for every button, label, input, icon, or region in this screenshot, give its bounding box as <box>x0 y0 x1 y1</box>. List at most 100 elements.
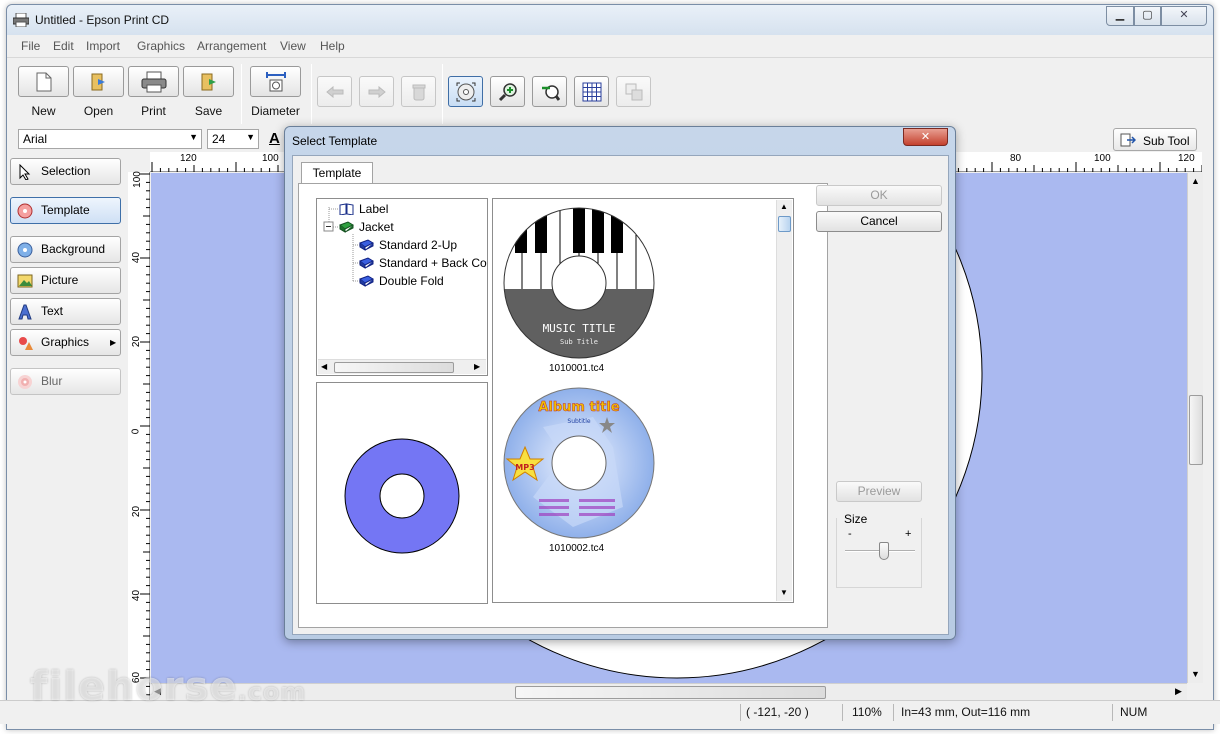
tab-template[interactable]: Template <box>301 162 373 184</box>
template-category-tree[interactable]: Label Jacket Standard 2-Up Standard + Ba… <box>316 198 488 376</box>
menu-graphics[interactable]: Graphics <box>137 39 185 53</box>
font-size-value: 24 <box>212 132 226 146</box>
undo-button[interactable] <box>317 76 352 107</box>
open-button[interactable] <box>73 66 124 97</box>
save-label: Save <box>194 104 223 118</box>
print-label: Print <box>141 104 166 118</box>
trash-icon <box>412 84 425 100</box>
font-name-select[interactable]: Arial ▼ <box>18 129 202 149</box>
menu-arrangement[interactable]: Arrangement <box>197 39 266 53</box>
menu-view[interactable]: View <box>280 39 306 53</box>
tree-item-text: Jacket <box>359 220 394 234</box>
scroll-right-icon[interactable]: ▶ <box>474 362 480 371</box>
window-title: Untitled - Epson Print CD <box>35 13 170 27</box>
template-thumbnails[interactable]: MUSIC TITLE Sub Title 1010001.tc4 Album … <box>492 198 794 603</box>
main-toolbar: New Open Print Save Diameter <box>7 57 1213 127</box>
save-button[interactable] <box>183 66 234 97</box>
background-button[interactable]: Background <box>10 236 121 263</box>
zoom-out-button[interactable] <box>532 76 567 107</box>
text-button[interactable]: Text <box>10 298 121 325</box>
arrange-button[interactable] <box>616 76 651 107</box>
maximize-button[interactable]: ▢ <box>1134 6 1161 26</box>
template-thumbnail-1010002[interactable]: Album title Subtitle MP3 1010002.tc4 <box>503 387 655 555</box>
arrange-icon <box>625 83 642 100</box>
template-filename: 1010002.tc4 <box>549 543 605 554</box>
menu-file[interactable]: File <box>21 39 40 53</box>
scroll-left-icon[interactable]: ◀ <box>321 362 327 371</box>
grid-button[interactable] <box>574 76 609 107</box>
minimize-button[interactable]: ▁ <box>1106 6 1134 26</box>
menu-edit[interactable]: Edit <box>53 39 74 53</box>
tree-item-label[interactable]: Label <box>339 202 388 216</box>
size-slider-thumb[interactable] <box>878 542 889 560</box>
sub-tool-icon <box>1120 133 1136 147</box>
watermark-text: filehorse <box>30 664 238 710</box>
menu-bar: File Edit Import Graphics Arrangement Vi… <box>7 37 1213 57</box>
printer-icon <box>141 71 166 92</box>
menu-help[interactable]: Help <box>320 39 345 53</box>
blue-book-icon <box>359 257 374 269</box>
status-divider <box>893 704 894 721</box>
font-size-select[interactable]: 24 ▼ <box>207 129 259 149</box>
status-divider <box>740 704 741 721</box>
zoom-in-button[interactable] <box>490 76 525 107</box>
preview-button[interactable]: Preview <box>836 481 922 502</box>
new-document-icon <box>36 72 51 91</box>
close-button[interactable]: ✕ <box>1161 6 1207 26</box>
sub-tool-button[interactable]: Sub Tool <box>1113 128 1197 151</box>
submenu-arrow-icon: ▶ <box>110 338 117 347</box>
diameter-button[interactable] <box>250 66 301 97</box>
selection-label: Selection <box>41 164 91 178</box>
cancel-button[interactable]: Cancel <box>816 211 942 232</box>
diameter-label: Diameter <box>251 104 300 118</box>
template-preview <box>316 382 488 604</box>
title-bar[interactable]: Untitled - Epson Print CD ▁ ▢ ✕ <box>7 5 1213 35</box>
print-button[interactable] <box>128 66 179 97</box>
menu-import[interactable]: Import <box>86 39 120 53</box>
chevron-down-icon: ▼ <box>246 132 255 142</box>
status-divider <box>842 704 843 721</box>
thumb-subtitle: Subtitle <box>567 418 590 425</box>
sub-tool-label: Sub Tool <box>1143 134 1190 148</box>
tree-horizontal-scrollbar[interactable]: ◀ ▶ <box>318 359 486 374</box>
template-button[interactable]: Template <box>10 197 121 224</box>
ruler-tick-label: 40 <box>131 251 143 264</box>
text-tool-icon <box>18 304 32 320</box>
zoom-out-icon <box>541 84 560 101</box>
tree-scroll-thumb[interactable] <box>334 362 454 373</box>
scroll-down-icon[interactable]: ▼ <box>1191 669 1200 679</box>
dialog-title: Select Template <box>292 134 378 148</box>
template-thumbnail-1010001[interactable]: MUSIC TITLE Sub Title 1010001.tc4 <box>503 207 655 375</box>
disc-view-button[interactable] <box>448 76 483 107</box>
tree-item-standard-back[interactable]: Standard + Back Co <box>359 256 487 270</box>
tree-item-jacket[interactable]: Jacket <box>339 220 394 234</box>
open-book-icon <box>339 203 354 215</box>
thumbnails-vertical-scrollbar[interactable]: ▲ ▼ <box>776 200 792 601</box>
tree-item-standard-2up[interactable]: Standard 2-Up <box>359 238 457 252</box>
tree-item-double-fold[interactable]: Double Fold <box>359 274 444 288</box>
selection-button[interactable]: Selection <box>10 158 121 185</box>
vertical-scrollbar[interactable]: ▲ ▼ <box>1187 173 1203 683</box>
horizontal-scroll-thumb[interactable] <box>515 686 826 699</box>
graphics-button[interactable]: Graphics ▶ <box>10 329 121 356</box>
ok-button[interactable]: OK <box>816 185 942 206</box>
scroll-up-icon[interactable]: ▲ <box>1191 176 1200 186</box>
redo-button[interactable] <box>359 76 394 107</box>
blur-button[interactable]: Blur <box>10 368 121 395</box>
scroll-up-icon[interactable]: ▲ <box>780 202 788 211</box>
dialog-close-button[interactable]: ✕ <box>903 128 948 146</box>
thumb-badge: MP3 <box>515 463 534 472</box>
tree-item-text: Standard + Back Co <box>379 256 487 270</box>
new-button[interactable] <box>18 66 69 97</box>
thumbnails-scroll-thumb[interactable] <box>778 216 791 232</box>
toolbar-separator <box>311 64 312 124</box>
ruler-tick-label: 40 <box>131 589 143 602</box>
dialog-body: Template Label Jacket Standard 2-Up Stan… <box>292 155 949 635</box>
scroll-down-icon[interactable]: ▼ <box>780 588 788 597</box>
grid-icon <box>582 82 601 101</box>
picture-button[interactable]: Picture <box>10 267 121 294</box>
text-color-button[interactable]: A <box>269 130 280 147</box>
scroll-right-icon[interactable]: ▶ <box>1175 686 1182 697</box>
delete-button[interactable] <box>401 76 436 107</box>
vertical-scroll-thumb[interactable] <box>1189 395 1203 465</box>
